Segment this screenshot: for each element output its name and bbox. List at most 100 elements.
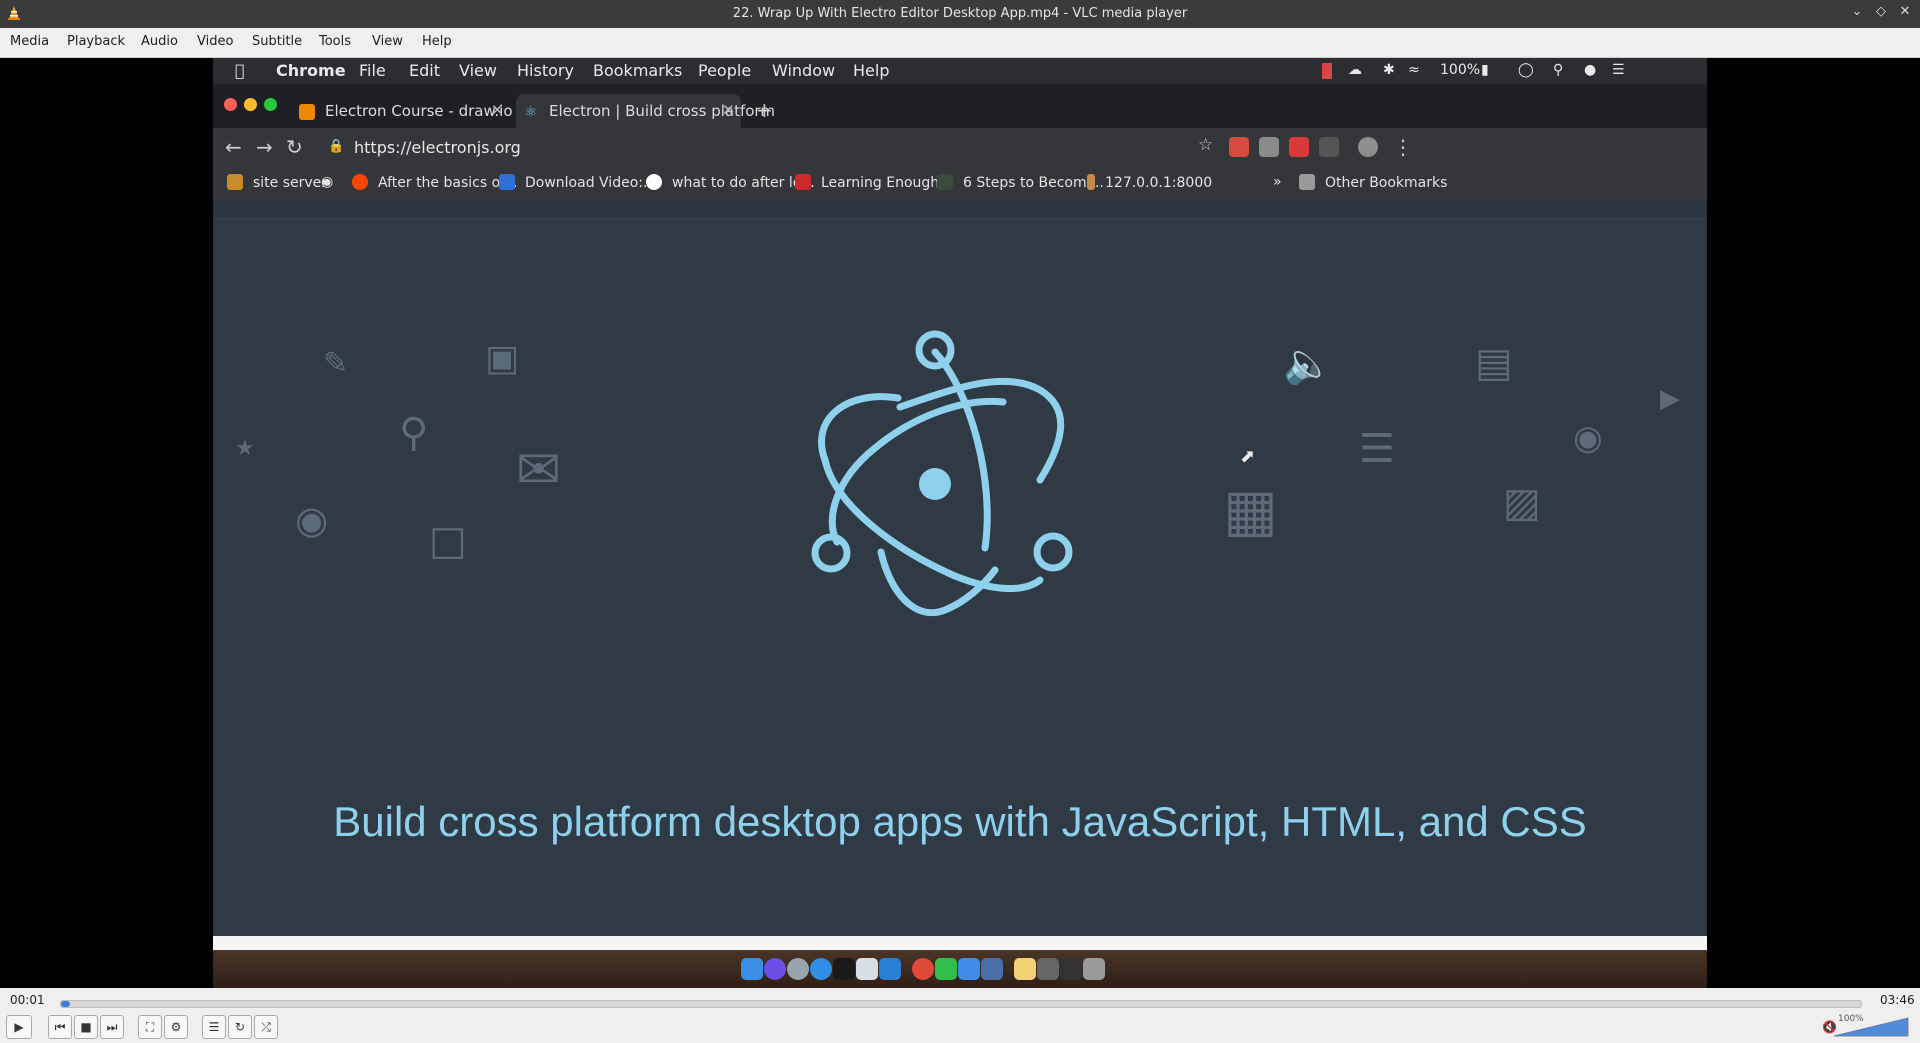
vscode-dock-icon <box>879 958 901 980</box>
loop-button[interactable]: ↻ <box>228 1015 252 1039</box>
bookmarks-overflow-icon: » <box>1273 174 1282 190</box>
bookmark-label: Other Bookmarks <box>1325 175 1448 191</box>
spotlight-icon: ⚲ <box>1553 62 1564 78</box>
previous-button[interactable]: ⏮ <box>48 1015 72 1039</box>
stop-button[interactable]: ■ <box>74 1015 98 1039</box>
calendar-icon: ▦ <box>1223 476 1278 544</box>
bookmark-site-server: site server <box>227 174 327 191</box>
address-bar-url: https://electronjs.org <box>354 138 521 157</box>
finder-dock-icon <box>741 958 763 980</box>
tab-close-icon: ✕ <box>491 101 504 119</box>
vlc-titlebar: 22. Wrap Up With Electro Editor Desktop … <box>0 0 1920 28</box>
reload-icon: ↻ <box>286 135 303 159</box>
apple-icon:  <box>235 61 245 80</box>
localhost-favicon-icon <box>1087 174 1095 190</box>
image-icon: ▨ <box>1503 480 1541 526</box>
mac-dock <box>213 950 1707 988</box>
wifi-icon: ≈ <box>1408 62 1420 78</box>
menu-view[interactable]: View <box>372 34 403 49</box>
preview-dock-icon <box>856 958 878 980</box>
volume-slider[interactable]: 100% <box>1832 1014 1910 1038</box>
mac-app-name: Chrome <box>276 61 346 80</box>
mac-menu-people: People <box>698 61 752 80</box>
record-icon <box>1322 63 1332 79</box>
extension-camera-icon <box>1259 137 1279 157</box>
menu-media[interactable]: Media <box>10 34 49 49</box>
bookmark-label: After the basics of... <box>378 175 518 191</box>
volume-label: 100% <box>1838 1014 1864 1024</box>
siri-dock-icon <box>764 958 786 980</box>
mac-menu-edit: Edit <box>409 61 440 80</box>
bookmark-6-steps: 6 Steps to Becomi... <box>937 174 1104 191</box>
app-c-dock-icon <box>935 958 957 980</box>
menu-help[interactable]: Help <box>422 34 452 49</box>
seek-progress <box>61 1001 70 1007</box>
minimize-dot <box>244 98 257 111</box>
notification-center-icon: ☰ <box>1612 62 1625 78</box>
video-frame:  Chrome File Edit View History Bookmark… <box>213 58 1707 988</box>
battery-icon: ▮ <box>1481 62 1489 78</box>
forward-icon: → <box>256 135 273 159</box>
mac-menu-history: History <box>517 61 574 80</box>
minimize-icon[interactable]: ⌄ <box>1848 4 1866 19</box>
back-icon: ← <box>225 135 242 159</box>
shuffle-button[interactable]: ⤮ <box>254 1015 278 1039</box>
speaker-icon: 🔈 <box>1283 341 1333 387</box>
bookmark-label: 6 Steps to Becomi... <box>963 175 1104 191</box>
bookmark-star-icon: ☆ <box>1198 135 1214 155</box>
video-area[interactable]:  Chrome File Edit View History Bookmark… <box>0 58 1920 988</box>
envelope-icon: ✉ <box>516 438 562 501</box>
new-tab-icon: + <box>756 98 773 122</box>
electron-logo-icon <box>811 330 1073 617</box>
bookmark-google: what to do after le... <box>646 174 815 191</box>
bookmark-label: what to do after le... <box>672 175 815 191</box>
menu-subtitle[interactable]: Subtitle <box>252 34 302 49</box>
reddit-favicon-icon <box>352 174 368 190</box>
bluetooth-icon: ✱ <box>1383 62 1395 78</box>
seek-slider[interactable] <box>60 1000 1862 1008</box>
tab-label: Electron | Build cross platform <box>549 102 775 120</box>
electron-favicon-icon: ⚛ <box>524 103 538 121</box>
launchpad-dock-icon <box>787 958 809 980</box>
menu-video[interactable]: Video <box>197 34 233 49</box>
page-top-strip <box>213 200 1707 219</box>
menu-audio[interactable]: Audio <box>141 34 178 49</box>
tab-label: Electron Course - draw.io <box>325 102 513 120</box>
extended-settings-button[interactable]: ⚙ <box>164 1015 188 1039</box>
chrome-toolbar: ← → ↻ 🔒 https://electronjs.org ☆ ⋮ <box>213 128 1707 168</box>
screen-dock-icon <box>1060 958 1082 980</box>
tab-close-icon: ✕ <box>722 101 735 119</box>
trash-dock-icon <box>1083 958 1105 980</box>
w-favicon-icon <box>499 174 515 190</box>
electron-page: ✎ ▣ ★ ⚲ ✉ ◉ □ 🔈 ▤ ▶ ☰ ◉ ▦ ▨ ⬈ Build cros… <box>213 200 1707 960</box>
bookmark-label: Learning Enough... <box>821 175 953 191</box>
menu-playback[interactable]: Playback <box>67 34 125 49</box>
extension-chart-icon <box>1289 137 1309 157</box>
next-button[interactable]: ⏭ <box>100 1015 124 1039</box>
play-button[interactable]: ▶ <box>6 1015 32 1039</box>
close-icon[interactable]: ✕ <box>1896 4 1914 19</box>
downloads-dock-icon <box>1037 958 1059 980</box>
maximize-icon[interactable]: ◇ <box>1872 4 1890 19</box>
learning-favicon-icon <box>795 174 811 190</box>
bookmark-reddit: After the basics of... <box>352 174 517 191</box>
game-controller-icon: ◉ <box>1573 418 1603 458</box>
fullscreen-button[interactable]: ⛶ <box>138 1015 162 1039</box>
playlist-button[interactable]: ☰ <box>202 1015 226 1039</box>
camera-icon: ▣ <box>485 338 520 379</box>
siri-icon: ● <box>1584 62 1597 78</box>
bookmark-localhost: 127.0.0.1:8000 <box>1087 174 1212 191</box>
documents-dock-icon <box>1014 958 1036 980</box>
bookmark-label: Download Video:... <box>525 175 657 191</box>
lock-icon: 🔒 <box>328 139 345 154</box>
time-elapsed: 00:01 <box>10 993 45 1007</box>
bookmarks-bar: site server ◉ After the basics of... Dow… <box>213 168 1707 201</box>
z-favicon-icon <box>937 174 953 190</box>
vlc-controls: 00:01 03:46 ▶ ⏮ ■ ⏭ ⛶ ⚙ ☰ ↻ ⤮ 🔇 100% <box>0 988 1920 1043</box>
bookmark-favicon-icon <box>227 174 243 190</box>
extension-adblock-icon <box>1229 137 1249 157</box>
chrome-menu-icon: ⋮ <box>1393 135 1413 159</box>
electron-dock-icon <box>981 958 1003 980</box>
menu-tools[interactable]: Tools <box>319 34 351 49</box>
profile-avatar <box>1358 137 1378 157</box>
